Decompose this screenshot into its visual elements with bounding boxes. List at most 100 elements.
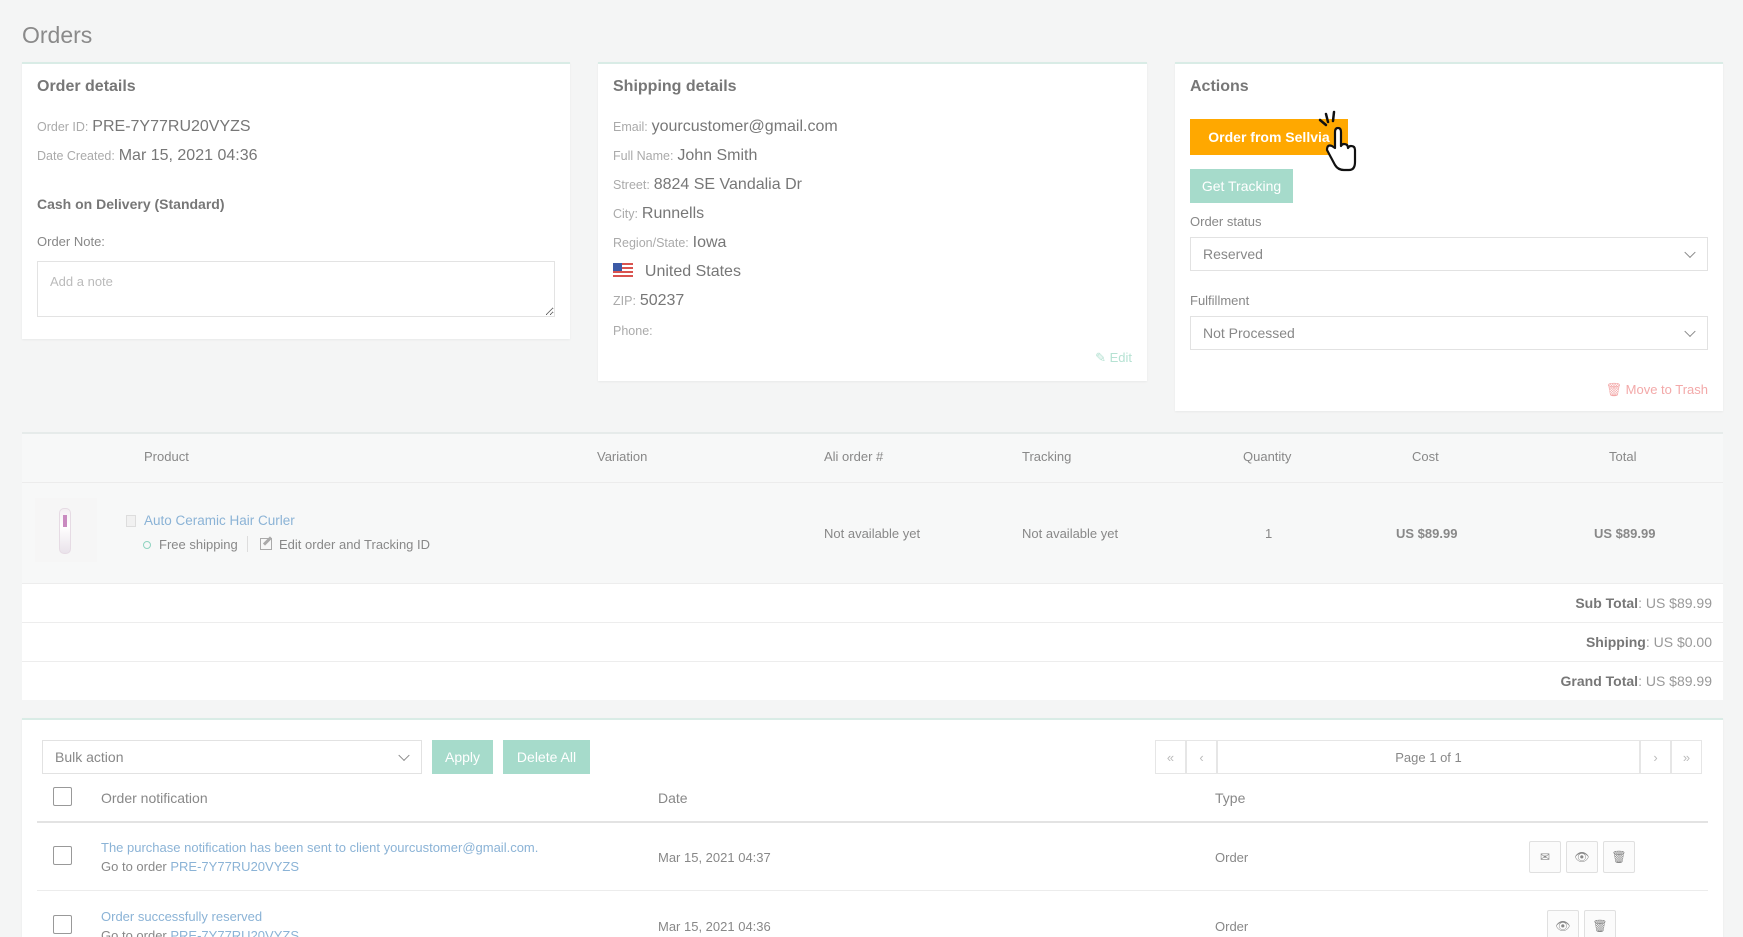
- order-status-select[interactable]: Reserved: [1190, 237, 1708, 271]
- fulfillment-value: Not Processed: [1203, 325, 1295, 341]
- notification-date: Mar 15, 2021 04:36: [658, 919, 771, 934]
- total-value: US $89.99: [1594, 526, 1656, 541]
- product-name-link[interactable]: Auto Ceramic Hair Curler: [144, 513, 295, 528]
- row-divider: [37, 890, 1708, 891]
- document-icon: [126, 515, 136, 527]
- select-all-checkbox[interactable]: [53, 787, 72, 806]
- goto-order-label: Go to order: [101, 859, 171, 874]
- pager-next-button[interactable]: ›: [1640, 740, 1671, 774]
- goto-order-text: Go to order PRE-7Y77RU20VYZS: [101, 928, 299, 937]
- phone-row: Phone:: [613, 322, 653, 340]
- edit-shipping-link[interactable]: ✎ Edit: [1095, 350, 1132, 366]
- notification-message[interactable]: The purchase notification has been sent …: [101, 840, 538, 855]
- goto-order-link[interactable]: PRE-7Y77RU20VYZS: [170, 928, 299, 937]
- view-button[interactable]: 👁: [1566, 841, 1598, 873]
- bulk-action-select[interactable]: Bulk action: [42, 740, 422, 774]
- subtotal-row: Sub Total: US $89.99: [22, 583, 1723, 622]
- order-status-label: Order status: [1190, 214, 1262, 229]
- goto-order-text: Go to order PRE-7Y77RU20VYZS: [101, 859, 299, 874]
- delete-button[interactable]: 🗑: [1584, 910, 1616, 937]
- notification-type: Order: [1215, 919, 1249, 934]
- goto-order-label: Go to order: [101, 928, 171, 937]
- order-id-value: PRE-7Y77RU20VYZS: [92, 118, 251, 135]
- grand-total-label: Grand Total: [1560, 673, 1639, 689]
- table-header-divider: [22, 482, 1723, 483]
- shipping-total-value: : US $0.00: [1645, 634, 1712, 650]
- pager-page-indicator[interactable]: Page 1 of 1: [1217, 740, 1640, 774]
- delete-button[interactable]: 🗑: [1603, 841, 1635, 873]
- ali-order-value: Not available yet: [824, 526, 921, 541]
- header-order-notification: Order notification: [101, 790, 208, 806]
- order-id-row: Order ID: PRE-7Y77RU20VYZS: [37, 118, 251, 136]
- chevron-down-icon: [398, 749, 410, 762]
- hand-pointer-cursor-icon: [1318, 110, 1357, 172]
- date-created-row: Date Created: Mar 15, 2021 04:36: [37, 147, 257, 165]
- full-name-value: John Smith: [677, 147, 758, 164]
- edit-order-tracking-link[interactable]: Edit order and Tracking ID: [279, 537, 430, 552]
- hair-curler-image: [59, 508, 71, 554]
- row-checkbox[interactable]: [53, 846, 72, 865]
- notifications-header-divider: [37, 821, 1708, 823]
- pager-first-button[interactable]: «: [1155, 740, 1186, 774]
- apply-button[interactable]: Apply: [432, 740, 493, 774]
- send-email-button[interactable]: ✉: [1529, 841, 1561, 873]
- envelope-icon: ✉: [1539, 850, 1551, 864]
- order-status-value: Reserved: [1203, 246, 1263, 262]
- delete-all-button[interactable]: Delete All: [503, 740, 590, 774]
- city-value: Runnells: [641, 205, 705, 222]
- header-cost: Cost: [1412, 449, 1439, 464]
- eye-icon: 👁: [1574, 850, 1590, 864]
- chevron-down-icon: [1684, 325, 1696, 338]
- edit-icon: [260, 538, 272, 550]
- date-created-value: Mar 15, 2021 04:36: [118, 147, 258, 164]
- street-row: Street: 8824 SE Vandalia Dr: [613, 176, 802, 194]
- actions-card: Actions Order from Sellvia Get Tracking …: [1175, 62, 1723, 411]
- product-thumbnail[interactable]: [35, 498, 97, 562]
- order-note-input[interactable]: [37, 261, 555, 317]
- grand-total-row: Grand Total: US $89.99: [22, 661, 1723, 700]
- trash-icon: 🗑: [1611, 850, 1627, 864]
- subtotal-text: Sub Total: US $89.99: [1575, 595, 1712, 611]
- us-flag-icon: [613, 263, 633, 277]
- tracking-value: Not available yet: [1022, 526, 1119, 541]
- goto-order-link[interactable]: PRE-7Y77RU20VYZS: [170, 859, 299, 874]
- full-name-label: Full Name:: [613, 149, 674, 163]
- email-label: Email:: [613, 120, 648, 134]
- pager-last-button[interactable]: »: [1671, 740, 1702, 774]
- shipping-details-title: Shipping details: [613, 78, 737, 95]
- header-total: Total: [1609, 449, 1637, 464]
- header-tracking: Tracking: [1022, 449, 1072, 464]
- quantity-value: 1: [1265, 526, 1273, 541]
- region-row: Region/State: Iowa: [613, 234, 726, 252]
- eye-icon: 👁: [1555, 919, 1571, 933]
- get-tracking-button[interactable]: Get Tracking: [1190, 169, 1293, 203]
- shipping-total-label: Shipping: [1585, 634, 1646, 650]
- city-label: City:: [613, 207, 638, 221]
- email-value: yourcustomer@gmail.com: [651, 118, 838, 135]
- bulk-action-value: Bulk action: [55, 749, 124, 765]
- subtotal-label: Sub Total: [1575, 595, 1639, 611]
- pager-prev-button[interactable]: ‹: [1186, 740, 1217, 774]
- chevron-down-icon: [1684, 246, 1696, 259]
- date-created-label: Date Created:: [37, 149, 115, 163]
- notification-date: Mar 15, 2021 04:37: [658, 850, 771, 865]
- actions-title: Actions: [1190, 78, 1249, 95]
- header-ali-order: Ali order #: [824, 449, 884, 464]
- zip-row: ZIP: 50237: [613, 292, 684, 310]
- view-button[interactable]: 👁: [1547, 910, 1579, 937]
- grand-total-value: : US $89.99: [1638, 673, 1712, 689]
- notification-type: Order: [1215, 850, 1249, 865]
- city-row: City: Runnells: [613, 205, 704, 223]
- fulfillment-select[interactable]: Not Processed: [1190, 316, 1708, 350]
- full-name-row: Full Name: John Smith: [613, 147, 757, 165]
- move-to-trash-link[interactable]: 🗑 Move to Trash: [1606, 382, 1708, 398]
- trash-icon: 🗑: [1592, 919, 1608, 933]
- header-type: Type: [1215, 790, 1246, 806]
- notification-message[interactable]: Order successfully reserved: [101, 909, 262, 924]
- payment-method: Cash on Delivery (Standard): [37, 196, 225, 212]
- row-checkbox[interactable]: [53, 915, 72, 934]
- shipping-details-card: Shipping details Email: yourcustomer@gma…: [598, 62, 1147, 381]
- header-quantity: Quantity: [1243, 449, 1292, 464]
- header-variation: Variation: [597, 449, 648, 464]
- order-note-label: Order Note:: [37, 234, 105, 249]
